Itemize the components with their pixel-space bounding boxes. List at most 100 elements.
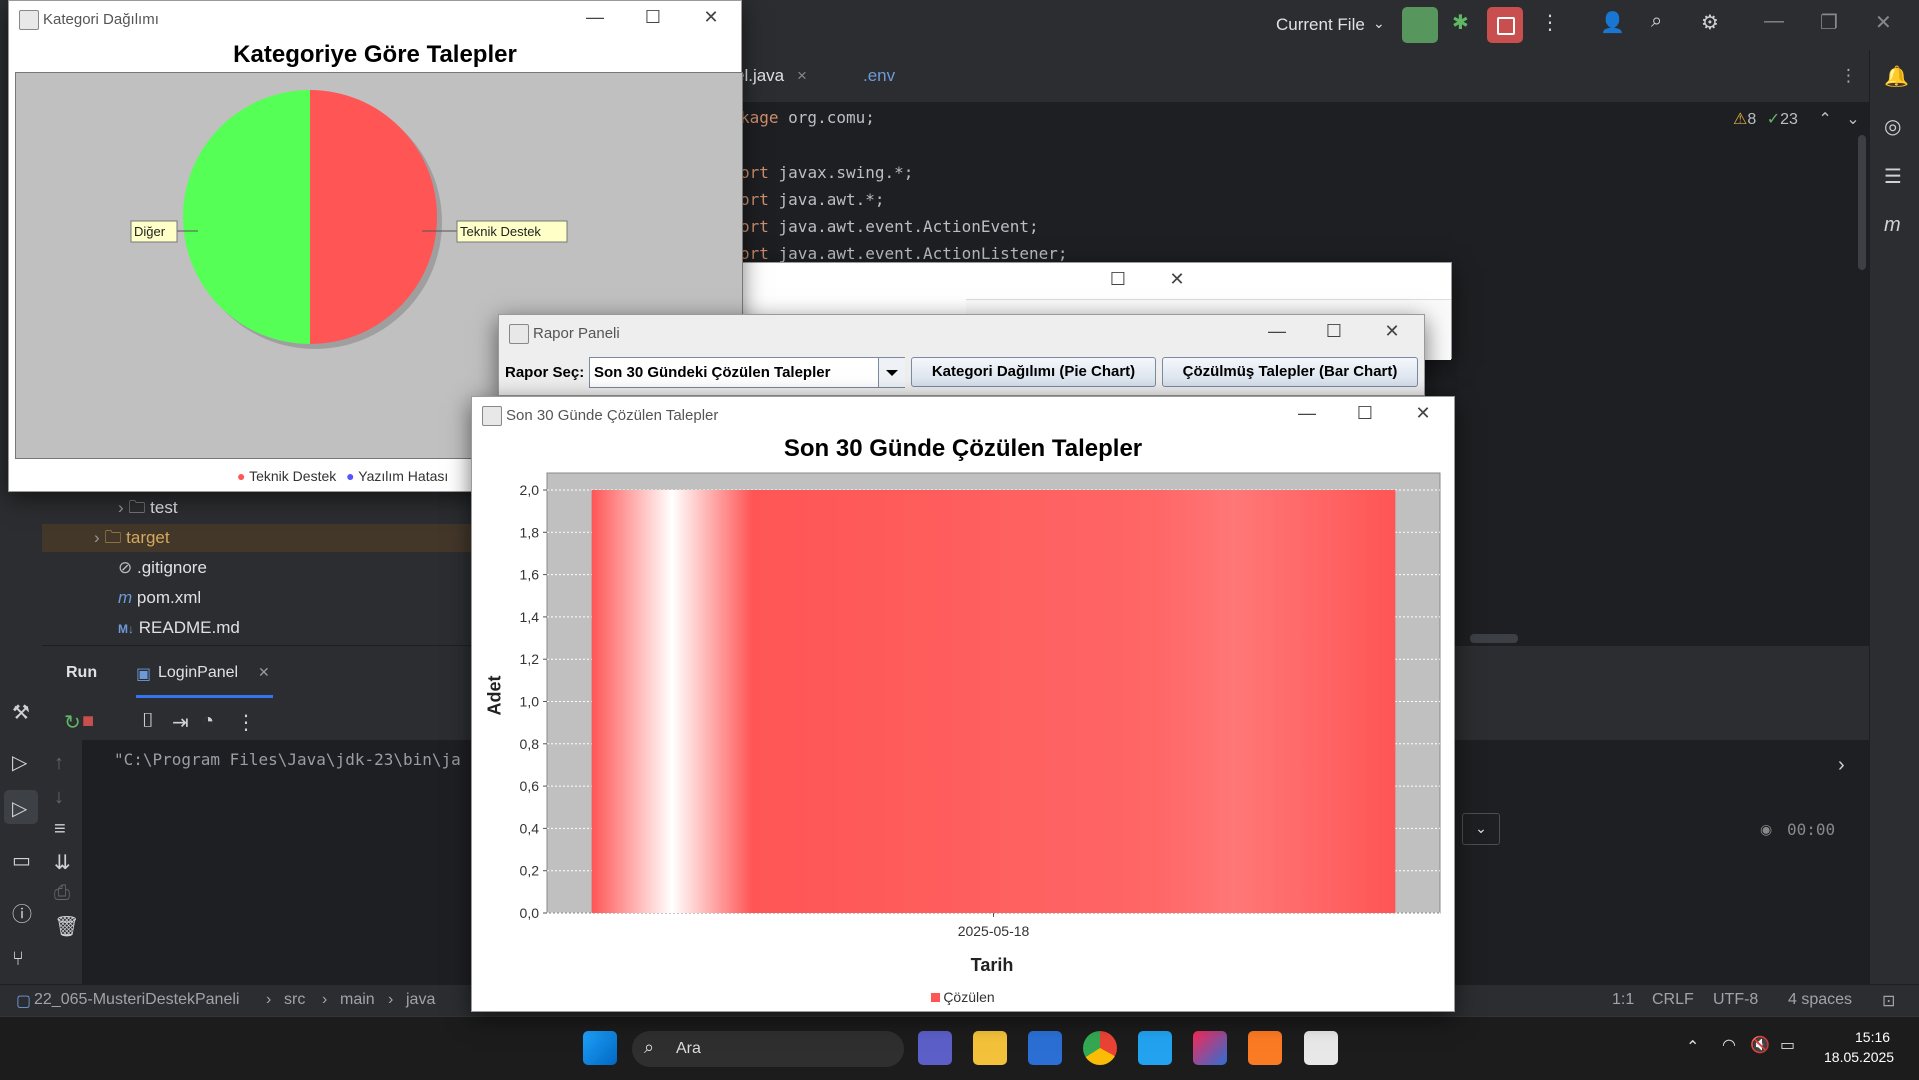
run-config-tab[interactable]: LoginPanel bbox=[158, 664, 238, 682]
chrome-icon[interactable] bbox=[1083, 1031, 1117, 1065]
exit-icon[interactable]: ⇥ bbox=[172, 710, 189, 735]
report-panel-window[interactable]: Rapor Paneli — ☐ ✕ Rapor Seç: Son 30 Gün… bbox=[498, 314, 1425, 396]
chevron-right-icon[interactable]: › bbox=[118, 498, 124, 517]
stop-button[interactable] bbox=[1487, 7, 1523, 43]
close-icon[interactable]: ✕ bbox=[691, 7, 731, 28]
run-config-select[interactable]: Current File bbox=[1276, 15, 1365, 35]
search-icon[interactable]: ⌕ bbox=[1651, 10, 1662, 33]
close-icon[interactable]: ✕ bbox=[1875, 10, 1892, 35]
up-arrow-icon[interactable]: ↑ bbox=[54, 752, 64, 775]
windows-taskbar: ⌕ Ara ⌃ ◠ 🔇 ▭ 15:16 18.05.2025 bbox=[0, 1016, 1919, 1080]
battery-icon[interactable]: ▭ bbox=[1780, 1035, 1795, 1055]
stop-icon[interactable]: ■ bbox=[82, 710, 94, 733]
notifications-icon[interactable]: 🔔 bbox=[1884, 64, 1909, 89]
tree-item-gitignore[interactable]: ⊘ .gitignore bbox=[118, 554, 207, 582]
down-arrow-icon[interactable]: ↓ bbox=[54, 786, 64, 809]
soft-wrap-icon[interactable]: ≡ bbox=[54, 818, 66, 841]
tabs-more-icon[interactable]: ⋮ bbox=[1840, 66, 1857, 86]
file-explorer-icon[interactable] bbox=[973, 1031, 1007, 1065]
close-icon[interactable]: ✕ bbox=[1403, 403, 1443, 424]
chevron-up-icon[interactable]: ⌃ bbox=[1686, 1037, 1699, 1057]
lock-icon[interactable]: ⊡ bbox=[1882, 991, 1895, 1011]
run-tab[interactable]: Run bbox=[66, 664, 97, 682]
teams-icon[interactable] bbox=[918, 1031, 952, 1065]
bar-legend: Çözülen bbox=[472, 989, 1454, 1005]
restore-icon[interactable]: ❐ bbox=[1820, 10, 1838, 35]
print-icon[interactable]: ⎙ bbox=[54, 882, 70, 905]
chevron-down-icon[interactable]: ⌄ bbox=[1373, 15, 1385, 32]
tree-item-target[interactable]: › 🗀 target bbox=[42, 524, 474, 552]
store-icon[interactable] bbox=[1028, 1031, 1062, 1065]
caret-position[interactable]: 1:1 bbox=[1612, 991, 1634, 1009]
chevron-down-icon[interactable] bbox=[878, 358, 905, 387]
tree-item-pom[interactable]: m pom.xml bbox=[118, 584, 201, 612]
chevron-right-icon[interactable]: › bbox=[94, 528, 100, 547]
debug-icon[interactable]: ✱ bbox=[1452, 10, 1469, 35]
tree-item-readme[interactable]: M↓ README.md bbox=[118, 614, 240, 642]
file-encoding[interactable]: UTF-8 bbox=[1713, 991, 1758, 1009]
editor-scrollbar[interactable] bbox=[1858, 135, 1866, 270]
trash-icon[interactable]: 🗑 bbox=[54, 914, 79, 939]
clock-time[interactable]: 15:16 bbox=[1855, 1029, 1890, 1045]
close-icon[interactable]: ✕ bbox=[1157, 269, 1197, 290]
terminal-icon[interactable]: ▭ bbox=[12, 848, 31, 873]
bar-chart-window[interactable]: Son 30 Günde Çözülen Talepler — ☐ ✕ Son … bbox=[471, 396, 1455, 1012]
xampp-icon[interactable] bbox=[1248, 1031, 1282, 1065]
windows-start-icon[interactable] bbox=[583, 1031, 617, 1065]
minimize-icon[interactable]: — bbox=[1764, 10, 1784, 33]
editor-horizontal-scrollbar[interactable] bbox=[1470, 634, 1518, 643]
clock-date[interactable]: 18.05.2025 bbox=[1824, 1049, 1894, 1065]
tree-item-test[interactable]: › 🗀 test bbox=[118, 494, 178, 522]
more-icon[interactable]: ⋮ bbox=[236, 710, 256, 735]
window-titlebar[interactable]: Son 30 Günde Çözülen Talepler — ☐ ✕ bbox=[472, 397, 1454, 433]
build-icon[interactable]: ⚒ bbox=[12, 700, 30, 725]
minimize-icon[interactable]: — bbox=[1257, 321, 1297, 342]
maximize-icon[interactable]: ☐ bbox=[1314, 321, 1354, 342]
chevron-right-icon[interactable]: › bbox=[1838, 754, 1845, 777]
window-titlebar[interactable]: Rapor Paneli — ☐ ✕ bbox=[499, 315, 1424, 351]
tab-env-file[interactable]: .env bbox=[863, 66, 895, 86]
intellij-icon[interactable] bbox=[1193, 1031, 1227, 1065]
gear-icon[interactable]: ⚙ bbox=[1701, 10, 1719, 35]
inspection-widget[interactable]: ⚠8 ✓23 ⌃ ⌄ bbox=[1733, 109, 1860, 129]
report-select[interactable]: Son 30 Gündeki Çözülen Talepler bbox=[589, 357, 905, 388]
wifi-icon[interactable]: ◠ bbox=[1722, 1035, 1736, 1055]
rerun-icon[interactable]: ↻ bbox=[64, 710, 81, 735]
minimize-icon[interactable]: — bbox=[1287, 403, 1327, 424]
add-user-icon[interactable]: 👤 bbox=[1600, 10, 1625, 35]
maximize-icon[interactable]: ☐ bbox=[1098, 269, 1138, 290]
pie-chart-button[interactable]: Kategori Dağılımı (Pie Chart) bbox=[911, 357, 1156, 387]
minimize-icon[interactable]: — bbox=[575, 7, 615, 28]
profiler-icon[interactable]: ◔ bbox=[202, 710, 214, 733]
database-icon[interactable]: ☰ bbox=[1884, 164, 1902, 189]
git-icon[interactable]: ⑂ bbox=[12, 948, 24, 971]
maximize-icon[interactable]: ☐ bbox=[633, 7, 673, 28]
breadcrumb-main[interactable]: main bbox=[340, 991, 375, 1009]
java-icon[interactable] bbox=[1304, 1031, 1338, 1065]
breadcrumb-project[interactable]: 22_065-MusteriDestekPaneli bbox=[34, 991, 239, 1009]
chevron-up-icon[interactable]: ⌃ bbox=[1818, 111, 1831, 128]
close-tab-icon[interactable]: × bbox=[797, 66, 807, 86]
breadcrumb-src[interactable]: src bbox=[284, 991, 305, 1009]
close-tab-icon[interactable]: ✕ bbox=[258, 664, 270, 681]
run-button[interactable] bbox=[1402, 7, 1438, 43]
maven-icon[interactable]: m bbox=[1884, 214, 1901, 237]
services-icon[interactable]: ▷ bbox=[12, 750, 27, 775]
close-icon[interactable]: ✕ bbox=[1372, 321, 1412, 342]
taskbar-search[interactable]: ⌕ Ara bbox=[632, 1031, 904, 1067]
line-separator[interactable]: CRLF bbox=[1652, 991, 1694, 1009]
dropdown-button[interactable]: ⌄ bbox=[1462, 813, 1500, 845]
indent-setting[interactable]: 4 spaces bbox=[1788, 991, 1852, 1009]
camera-icon[interactable]: ⌷ bbox=[142, 710, 154, 733]
breadcrumb-java[interactable]: java bbox=[406, 991, 435, 1009]
volume-muted-icon[interactable]: 🔇 bbox=[1750, 1035, 1770, 1055]
maximize-icon[interactable]: ☐ bbox=[1345, 403, 1385, 424]
ai-assistant-icon[interactable]: ◎ bbox=[1884, 114, 1901, 139]
problems-icon[interactable]: ⓘ bbox=[12, 898, 32, 927]
scroll-end-icon[interactable]: ⇊ bbox=[54, 850, 71, 875]
window-titlebar[interactable]: Kategori Dağılımı — ☐ ✕ bbox=[9, 1, 741, 37]
vscode-icon[interactable] bbox=[1138, 1031, 1172, 1065]
more-icon[interactable]: ⋮ bbox=[1540, 10, 1560, 35]
bar-chart-button[interactable]: Çözülmüş Talepler (Bar Chart) bbox=[1162, 357, 1418, 387]
chevron-down-icon[interactable]: ⌄ bbox=[1846, 111, 1859, 128]
